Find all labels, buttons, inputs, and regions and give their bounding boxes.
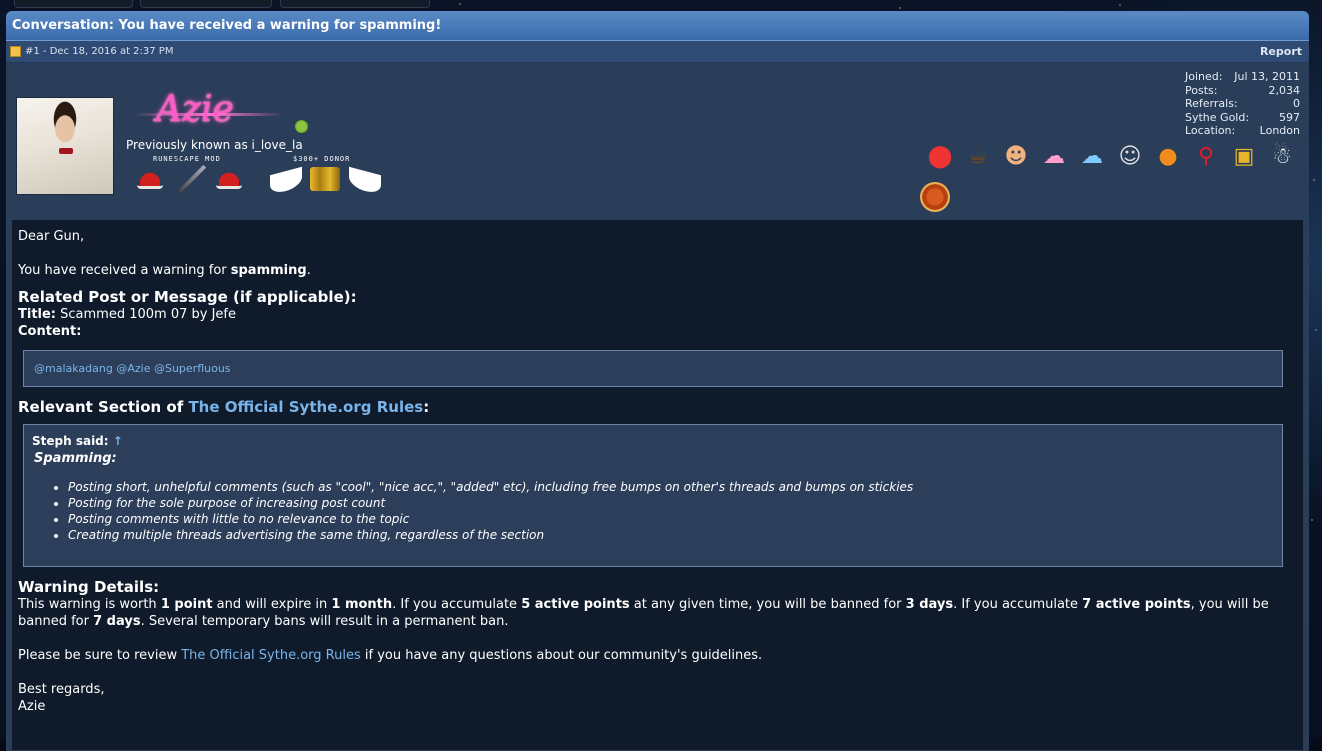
award-icons: ⬤ ☕ ☻ ☁ ☁ ☺ ● ⚲ ▣ ☃ [917, 141, 1297, 171]
stat-label: Posts: [1185, 83, 1218, 97]
review-line: Please be sure to review The Official Sy… [18, 648, 763, 663]
list-item: Posting short, unhelpful comments (such … [68, 479, 1274, 495]
closing: Best regards, [18, 682, 105, 697]
rule-list: Posting short, unhelpful comments (such … [32, 479, 1274, 543]
rank-title-donor: $300+ DONOR [293, 155, 351, 163]
rank-title-runescape-mod: RUNESCAPE MOD [153, 155, 221, 163]
report-link[interactable]: Report [1260, 41, 1302, 62]
previously-known-as: Previously known as i_love_la [126, 138, 303, 152]
online-status-icon [295, 120, 308, 133]
username[interactable]: Azie [156, 89, 234, 130]
signature: Azie [18, 699, 46, 714]
list-item: Posting for the sole purpose of increasi… [68, 495, 1274, 511]
pumpkin-icon[interactable]: ● [1153, 141, 1183, 171]
pink-pony-icon[interactable]: ☁ [1039, 141, 1069, 171]
quote-attribution: Steph said: ↑ [32, 433, 1274, 450]
post-meta-bar: #1 - Dec 18, 2016 at 2:37 PM Report [6, 41, 1309, 63]
mushroom-icon[interactable]: ⬤ [925, 141, 955, 171]
pizza-icon[interactable] [920, 182, 950, 212]
details-heading: Warning Details: [18, 578, 160, 596]
warning-details: This warning is worth 1 point and will e… [18, 597, 1269, 629]
post-number-date[interactable]: #1 - Dec 18, 2016 at 2:37 PM [25, 41, 173, 62]
mention-links[interactable]: @malakadang @Azie @Superfluous [34, 360, 231, 377]
stat-label: Location: [1185, 124, 1236, 137]
wing-icon [270, 166, 302, 196]
conversation-title: Conversation: You have received a warnin… [6, 11, 1309, 41]
content-quote-box: @malakadang @Azie @Superfluous [23, 350, 1283, 387]
related-heading: Related Post or Message (if applicable): [18, 288, 357, 306]
gold-coins-icon [310, 167, 340, 191]
portrait-icon[interactable]: ☺ [1115, 141, 1145, 171]
quote-author: Steph said: [32, 434, 109, 448]
post-icon [10, 46, 21, 57]
rules-link[interactable]: The Official Sythe.org Rules [188, 398, 423, 416]
stat-label: Referrals: [1185, 97, 1238, 110]
rainbow-pony-icon[interactable]: ☁ [1077, 141, 1107, 171]
wing-icon [349, 166, 381, 196]
section-heading: Relevant Section of The Official Sythe.o… [18, 398, 430, 416]
warning-reason: spamming [230, 263, 307, 278]
rules-quote-box: Steph said: ↑ Spamming: Posting short, u… [23, 424, 1283, 567]
message-body: Dear Gun, You have received a warning fo… [12, 220, 1303, 750]
user-stats: Joined: Jul 13, 2011 Posts: 2,034 Referral… [1185, 70, 1300, 138]
beer-mug-icon[interactable]: ☕ [963, 141, 993, 171]
stat-value[interactable]: 597 [1279, 111, 1300, 125]
santa-icon[interactable]: ☃ [1267, 141, 1297, 171]
warning-intro: You have received a warning for spamming… [18, 263, 311, 278]
content-label: Content: [18, 324, 82, 339]
list-item: Posting comments with little to no relev… [68, 511, 1274, 527]
avatar[interactable] [16, 97, 114, 195]
red-partyhat-icon [137, 170, 163, 189]
lock-icon[interactable]: ▣ [1229, 141, 1259, 171]
user-info-panel: Azie Previously known as i_love_la RUNES… [6, 63, 1309, 219]
list-item: Creating multiple threads advertising th… [68, 527, 1274, 543]
stat-value: London [1259, 124, 1300, 137]
rules-link[interactable]: The Official Sythe.org Rules [181, 648, 361, 663]
quote-topic: Spamming: [34, 451, 117, 466]
title-line: Title: Scammed 100m 07 by Jefe [18, 307, 236, 322]
face-icon[interactable]: ☻ [1001, 141, 1031, 171]
top-nav-tab[interactable] [280, 0, 430, 8]
stat-label: Sythe Gold: [1185, 110, 1250, 124]
top-nav-tab[interactable] [140, 0, 272, 8]
quote-jump-arrow-icon[interactable]: ↑ [113, 434, 123, 448]
ribbon-icon[interactable]: ⚲ [1191, 141, 1221, 171]
conversation-container: Conversation: You have received a warnin… [6, 11, 1309, 751]
sword-icon [177, 164, 207, 194]
red-partyhat-icon [216, 170, 242, 189]
stat-value[interactable]: 2,034 [1269, 84, 1301, 98]
stat-label: Joined: [1185, 70, 1223, 83]
stat-value: Jul 13, 2011 [1234, 70, 1300, 83]
top-nav-tab[interactable] [14, 0, 133, 8]
stat-value[interactable]: 0 [1293, 97, 1300, 111]
greeting: Dear Gun, [18, 229, 85, 244]
